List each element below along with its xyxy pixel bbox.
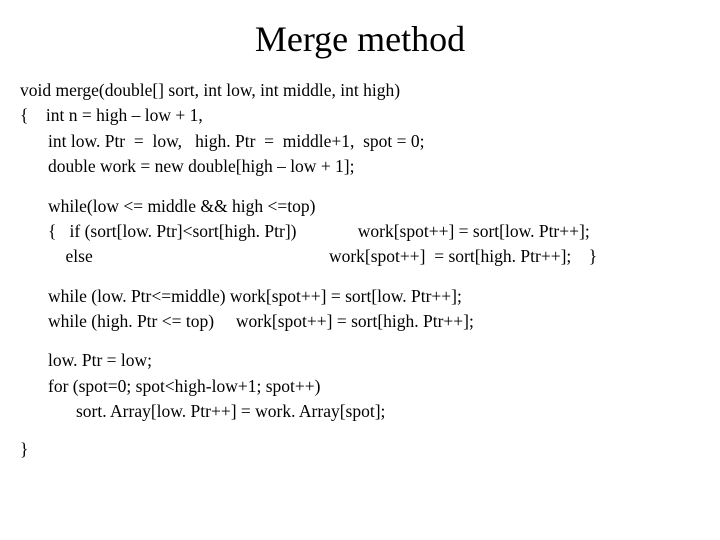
code-line: double work = new double[high – low + 1]… [20, 154, 700, 179]
code-line: sort. Array[low. Ptr++] = work. Array[sp… [48, 399, 700, 424]
code-line: { if (sort[low. Ptr]<sort[high. Ptr]) wo… [48, 219, 700, 244]
code-line: while(low <= middle && high <=top) [48, 194, 700, 219]
closing-brace: } [20, 439, 700, 460]
code-line: while (high. Ptr <= top) work[spot++] = … [48, 309, 700, 334]
code-line: while (low. Ptr<=middle) work[spot++] = … [48, 284, 700, 309]
code-line: { int n = high – low + 1, [20, 103, 700, 128]
slide-title: Merge method [20, 18, 700, 60]
code-block-while-merge: while(low <= middle && high <=top) { if … [20, 194, 700, 270]
code-line: low. Ptr = low; [48, 348, 700, 373]
code-line: void merge(double[] sort, int low, int m… [20, 78, 700, 103]
slide: Merge method void merge(double[] sort, i… [0, 0, 720, 480]
code-block-declaration: void merge(double[] sort, int low, int m… [20, 78, 700, 180]
code-line: else work[spot++] = sort[high. Ptr++]; } [48, 244, 700, 269]
code-line: int low. Ptr = low, high. Ptr = middle+1… [20, 129, 700, 154]
code-block-while-remainder: while (low. Ptr<=middle) work[spot++] = … [20, 284, 700, 335]
code-block-copy-back: low. Ptr = low; for (spot=0; spot<high-l… [20, 348, 700, 424]
code-line: for (spot=0; spot<high-low+1; spot++) [48, 374, 700, 399]
